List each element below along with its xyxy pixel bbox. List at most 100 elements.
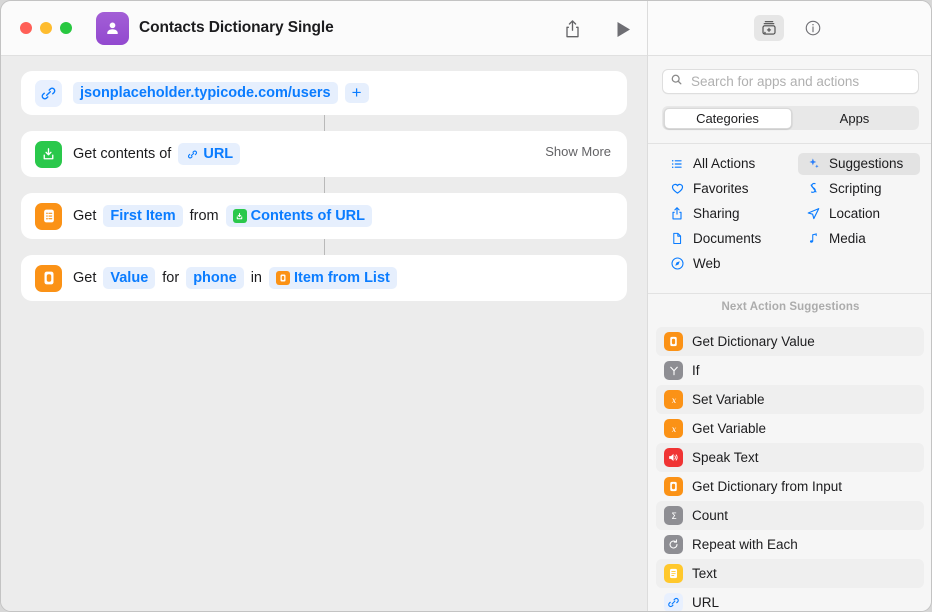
sidebar-item-all-actions[interactable]: All Actions	[662, 153, 798, 175]
library-mode-segmented-control[interactable]: Categories Apps	[662, 106, 919, 130]
safari-compass-icon	[669, 256, 685, 272]
sidebar-item-label: Web	[693, 256, 721, 271]
sidebar-item-media[interactable]: Media	[798, 228, 920, 250]
page-title: Contacts Dictionary Single	[139, 19, 334, 36]
divider	[648, 293, 931, 294]
show-more-button[interactable]: Show More	[545, 144, 611, 159]
titlebar: Contacts Dictionary Single	[1, 1, 647, 56]
sidebar-item-scripting[interactable]: Scripting	[798, 178, 920, 200]
list-item[interactable]: Σ Count	[656, 501, 924, 530]
sidebar-item-suggestions[interactable]: Suggestions	[798, 152, 920, 175]
action-card[interactable]: Get Value for phone in Item from List	[21, 255, 627, 301]
heart-icon	[669, 181, 685, 197]
action-library-icon[interactable]	[753, 15, 784, 41]
list-item-label: Get Dictionary from Input	[692, 479, 843, 494]
dictionary-icon	[35, 264, 62, 292]
contents-of-url-token[interactable]: Contents of URL	[225, 205, 373, 227]
info-circle-icon[interactable]	[798, 15, 828, 41]
traffic-lights	[20, 22, 72, 34]
action-label: from	[189, 208, 219, 224]
sidebar-item-label: Sharing	[693, 206, 740, 221]
scripting-icon	[805, 181, 821, 197]
action-label: Get contents of	[73, 146, 172, 162]
token-label: Contents of URL	[250, 208, 366, 224]
list-item[interactable]: Get Dictionary from Input	[656, 472, 924, 501]
sidebar-item-label: Suggestions	[829, 156, 904, 171]
action-card[interactable]: Get First Item from Contents of URL	[21, 193, 627, 239]
value-token[interactable]: Value	[103, 267, 156, 289]
key-token[interactable]: phone	[186, 267, 244, 289]
sidebar-item-location[interactable]: Location	[798, 203, 920, 225]
sidebar-item-label: Location	[829, 206, 881, 221]
sidebar-item-label: All Actions	[693, 156, 756, 171]
speaker-icon	[664, 448, 683, 467]
text-lines-icon	[664, 564, 683, 583]
url-variable-token[interactable]: URL	[178, 143, 241, 165]
action-card[interactable]: jsonplaceholder.typicode.com/users +	[21, 71, 627, 115]
action-row-content: Get contents of URL	[73, 143, 241, 165]
action-label: in	[250, 270, 262, 286]
sidebar-toolbar	[648, 1, 931, 56]
tab-apps[interactable]: Apps	[792, 108, 918, 129]
url-token[interactable]: jsonplaceholder.typicode.com/users	[73, 82, 338, 104]
action-library-sidebar: Categories Apps All Actions	[647, 1, 931, 611]
shortcuts-window: Contacts Dictionary Single jsonplacehold…	[0, 0, 932, 612]
minimize-button[interactable]	[40, 22, 52, 34]
link-icon	[185, 147, 199, 161]
sidebar-item-favorites[interactable]: Favorites	[662, 178, 798, 200]
search-icon	[670, 73, 683, 91]
list-item[interactable]: If	[656, 356, 924, 385]
action-card[interactable]: Get contents of URL Show More	[21, 131, 627, 177]
search-field[interactable]	[662, 69, 919, 94]
first-item-token[interactable]: First Item	[103, 205, 183, 227]
list-item-label: Set Variable	[692, 392, 765, 407]
add-url-button[interactable]: +	[344, 83, 369, 103]
action-row-content: Get First Item from Contents of URL	[73, 205, 373, 227]
zoom-button[interactable]	[60, 22, 72, 34]
list-item[interactable]: Speak Text	[656, 443, 924, 472]
variable-icon: x	[664, 390, 683, 409]
sidebar-item-documents[interactable]: Documents	[662, 228, 798, 250]
suggestions-header: Next Action Suggestions	[721, 301, 860, 313]
sidebar-item-web[interactable]: Web	[662, 253, 798, 275]
action-connector	[323, 177, 325, 193]
document-icon	[669, 231, 685, 247]
list-item[interactable]: Repeat with Each	[656, 530, 924, 559]
list-item[interactable]: Text	[656, 559, 924, 588]
contacts-person-icon	[96, 12, 129, 45]
sidebar-item-label: Media	[829, 231, 866, 246]
svg-text:x: x	[671, 394, 676, 404]
divider	[648, 143, 931, 144]
sidebar-item-sharing[interactable]: Sharing	[662, 203, 798, 225]
item-from-list-token[interactable]: Item from List	[268, 267, 397, 289]
play-icon[interactable]	[609, 15, 637, 43]
variable-icon: x	[664, 419, 683, 438]
list-item[interactable]: URL	[656, 588, 924, 611]
music-note-icon	[805, 231, 821, 247]
svg-text:Σ: Σ	[671, 512, 677, 522]
share-icon	[669, 206, 685, 222]
action-connector	[323, 115, 325, 131]
branch-icon	[664, 361, 683, 380]
dictionary-icon	[664, 477, 683, 496]
download-icon	[232, 209, 247, 223]
share-icon[interactable]	[558, 15, 586, 43]
search-input[interactable]	[689, 73, 903, 90]
sparkles-icon	[805, 156, 821, 172]
list-item[interactable]: x Set Variable	[656, 385, 924, 414]
close-button[interactable]	[20, 22, 32, 34]
list-item-label: URL	[692, 595, 720, 610]
category-grid: All Actions Suggestions Favorites Script…	[662, 151, 920, 276]
action-label: Get	[73, 270, 97, 286]
dictionary-icon	[664, 332, 683, 351]
dictionary-icon	[275, 271, 290, 285]
suggestions-list: Get Dictionary Value If x Set Variable x…	[656, 327, 924, 611]
list-item[interactable]: x Get Variable	[656, 414, 924, 443]
list-item[interactable]: Get Dictionary Value	[656, 327, 924, 356]
action-row-content: Get Value for phone in Item from List	[73, 267, 397, 289]
svg-text:x: x	[671, 423, 676, 433]
sidebar-item-label: Documents	[693, 231, 762, 246]
tab-categories[interactable]: Categories	[663, 107, 792, 129]
repeat-icon	[664, 535, 683, 554]
action-label: Get	[73, 208, 97, 224]
